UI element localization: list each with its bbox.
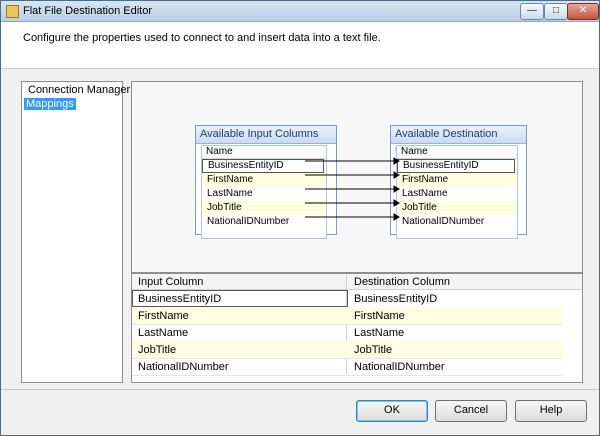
app-icon xyxy=(6,5,19,18)
mappings-grid: Input Column Destination Column Business… xyxy=(131,273,583,383)
table-row[interactable]: FirstName FirstName xyxy=(132,307,562,325)
destination-column-cell[interactable]: NationalIDNumber xyxy=(354,361,444,373)
destination-column-cell[interactable]: JobTitle xyxy=(354,344,392,356)
table-row[interactable]: JobTitle JobTitle xyxy=(132,341,562,359)
destination-column-cell[interactable]: FirstName xyxy=(354,310,405,322)
ok-button[interactable]: OK xyxy=(356,400,428,422)
destination-column-cell[interactable]: LastName xyxy=(354,327,404,339)
input-column-cell[interactable]: BusinessEntityID xyxy=(138,293,221,305)
input-column-cell[interactable]: LastName xyxy=(138,327,188,339)
mapping-connectors xyxy=(305,157,400,221)
arrow-icon xyxy=(393,185,400,193)
dialog-window: Flat File Destination Editor — □ ✕ Confi… xyxy=(0,0,600,436)
grid-header-destination-column[interactable]: Destination Column xyxy=(354,276,450,288)
grid-header: Input Column Destination Column xyxy=(132,274,582,290)
destination-column-cell[interactable]: BusinessEntityID xyxy=(354,293,437,305)
mapping-designer: Available Input Columns Name BusinessEnt… xyxy=(131,81,583,273)
input-column-cell[interactable]: FirstName xyxy=(138,310,189,322)
nav-item-mappings[interactable]: Mappings xyxy=(24,98,76,110)
table-row[interactable]: NationalIDNumber NationalIDNumber xyxy=(132,358,562,376)
arrow-icon xyxy=(393,213,400,221)
arrow-icon xyxy=(393,171,400,179)
footer-divider xyxy=(1,389,599,390)
input-column-cell[interactable]: JobTitle xyxy=(138,344,176,356)
cancel-button[interactable]: Cancel xyxy=(435,400,507,422)
window-title: Flat File Destination Editor xyxy=(23,5,152,17)
nav-pane: Connection Manager Mappings xyxy=(21,81,130,383)
header-description: Configure the properties used to connect… xyxy=(23,32,381,44)
input-column-cell[interactable]: NationalIDNumber xyxy=(138,361,228,373)
minimize-button[interactable]: — xyxy=(520,3,544,20)
grid-header-input-column[interactable]: Input Column xyxy=(138,276,203,288)
arrow-icon xyxy=(393,199,400,207)
nav-item-connection-manager[interactable]: Connection Manager xyxy=(24,84,130,96)
help-button[interactable]: Help xyxy=(515,400,587,422)
arrow-icon xyxy=(393,157,400,165)
maximize-button[interactable]: □ xyxy=(544,3,568,20)
close-button[interactable]: ✕ xyxy=(567,3,599,20)
header-panel: Configure the properties used to connect… xyxy=(1,22,599,69)
table-row[interactable]: LastName LastName xyxy=(132,324,562,342)
table-row[interactable]: BusinessEntityID BusinessEntityID xyxy=(132,290,562,308)
title-bar: Flat File Destination Editor — □ ✕ xyxy=(1,1,599,22)
